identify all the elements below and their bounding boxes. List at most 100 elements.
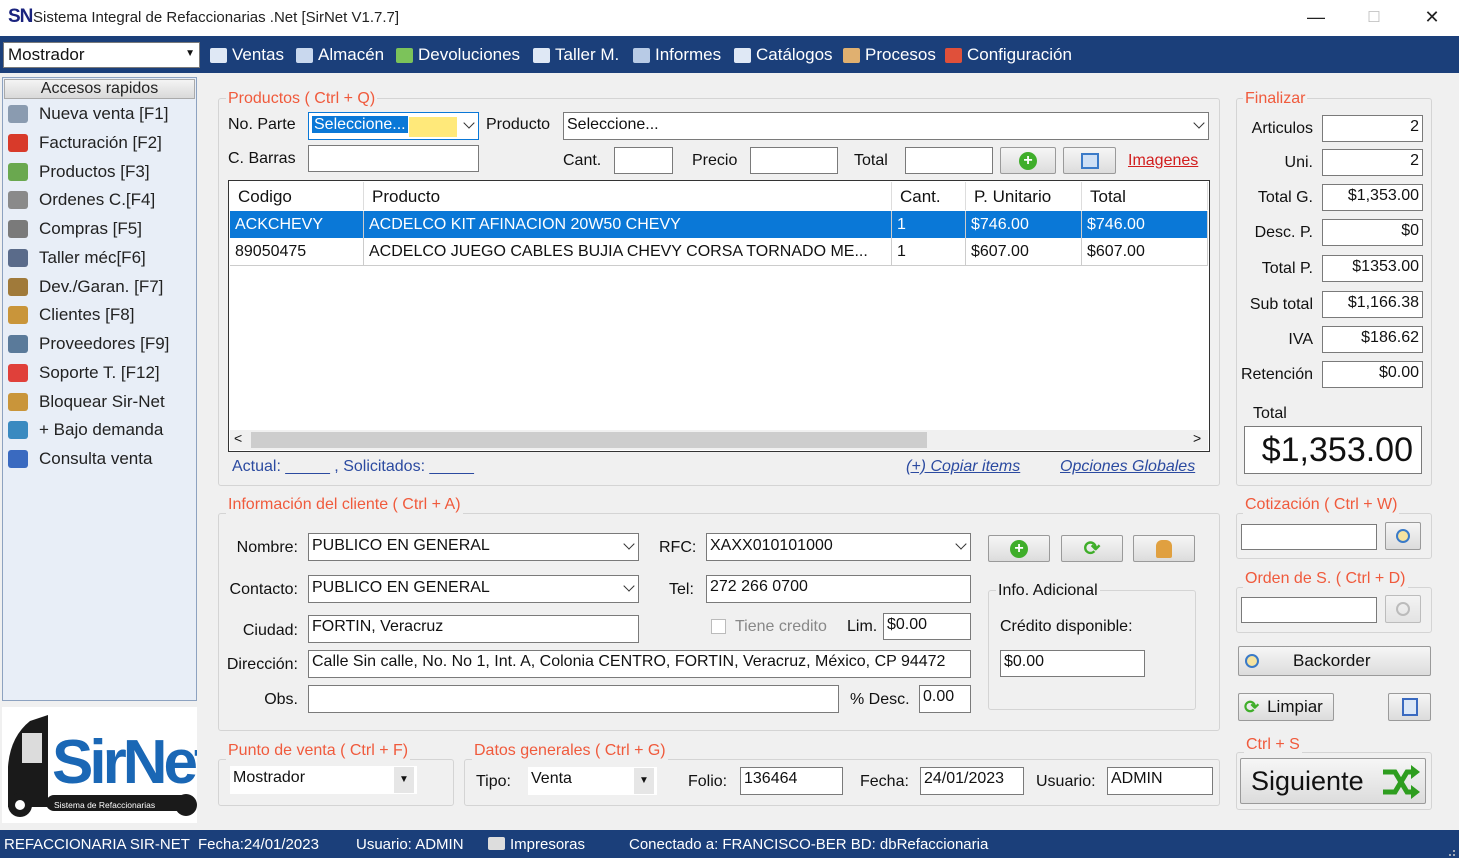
settings-icon [945, 47, 962, 63]
menu-configuracion[interactable]: Configuración [945, 44, 1072, 66]
productos-title: Productos ( Ctrl + Q) [226, 90, 378, 108]
menu-catalogos[interactable]: Catálogos [734, 44, 833, 66]
rfc-combo[interactable]: XAXX010101000 [706, 533, 971, 561]
add-product-button[interactable]: + [1000, 147, 1056, 174]
scrollbar-thumb[interactable] [251, 432, 927, 448]
menu-label: Ventas [232, 45, 284, 64]
refresh-client-button[interactable]: ⟳ [1061, 535, 1123, 562]
direccion-input[interactable]: Calle Sin calle, No. No 1, Int. A, Colon… [308, 650, 971, 678]
menu-label: Taller M. [555, 45, 620, 64]
fecha-input[interactable]: 24/01/2023 [920, 767, 1024, 795]
nombre-combo[interactable]: PUBLICO EN GENERAL [308, 533, 639, 561]
minimize-button[interactable]: — [1287, 0, 1345, 34]
status-conexion: Conectado a: FRANCISCO-BER BD: dbRefacci… [629, 836, 989, 853]
consulta-button[interactable] [1388, 693, 1431, 721]
finalizar-title: Finalizar [1243, 90, 1308, 108]
sidebar-item[interactable]: Productos [F3] [8, 160, 150, 184]
rfc-label: RFC: [659, 539, 697, 556]
menu-devoluciones[interactable]: Devoluciones [396, 44, 520, 66]
app-logo: SN [8, 6, 33, 27]
folio-input[interactable]: 136464 [740, 767, 843, 795]
limpiar-button[interactable]: ⟳ Limpiar [1238, 693, 1334, 721]
cotizacion-input[interactable] [1241, 524, 1377, 550]
credito-input[interactable]: $0.00 [1000, 650, 1145, 677]
orden-input[interactable] [1241, 597, 1377, 623]
cotizacion-search-button[interactable] [1385, 522, 1421, 550]
column-header-unitario[interactable]: P. Unitario [966, 182, 1082, 210]
table-row[interactable]: 89050475 ACDELCO JUEGO CABLES BUJIA CHEV… [230, 238, 1208, 266]
maximize-button[interactable]: ☐ [1345, 0, 1403, 34]
producto-combo[interactable]: Seleccione... [563, 112, 1209, 140]
precio-label: Precio [692, 152, 738, 169]
image-search-button[interactable] [1063, 147, 1116, 174]
scroll-right-icon[interactable]: > [1193, 430, 1201, 446]
menu-label: Almacén [318, 45, 385, 64]
tiene-credito-checkbox[interactable] [711, 619, 726, 634]
sidebar-item[interactable]: Ordenes C.[F4] [8, 188, 155, 212]
client-details-button[interactable] [1133, 535, 1195, 562]
sidebar-item-label: Productos [F3] [39, 162, 150, 181]
shortcut-icon [8, 134, 28, 152]
chevron-down-icon [1193, 117, 1205, 129]
menu-label: Informes [655, 45, 722, 64]
sidebar-item[interactable]: Bloquear Sir-Net [8, 390, 165, 414]
sidebar-item[interactable]: Facturación [F2] [8, 131, 162, 155]
sidebar-item[interactable]: Nueva venta [F1] [8, 102, 168, 126]
mode-select[interactable]: Mostrador ▼ [3, 42, 200, 68]
column-header-codigo[interactable]: Codigo [230, 182, 364, 210]
sidebar-item[interactable]: Soporte T. [F12] [8, 361, 160, 385]
sidebar-item[interactable]: Taller méc[F6] [8, 246, 146, 270]
sidebar-item[interactable]: + Bajo demanda [8, 418, 163, 442]
sidebar-item[interactable]: Clientes [F8] [8, 303, 134, 327]
ciudad-input[interactable]: FORTIN, Veracruz [308, 615, 639, 643]
menu-ventas[interactable]: Ventas [210, 44, 284, 66]
cbarras-input[interactable] [308, 145, 479, 172]
lim-label: Lim. [847, 618, 878, 635]
shortcut-icon [8, 163, 28, 181]
menu-procesos[interactable]: Procesos [843, 44, 936, 66]
menu-informes[interactable]: Informes [633, 44, 721, 66]
menu-almacen[interactable]: Almacén [296, 44, 384, 66]
sidebar-item-label: Dev./Garan. [F7] [39, 277, 164, 296]
close-button[interactable]: ✕ [1403, 0, 1459, 34]
orden-search-button[interactable] [1385, 595, 1421, 623]
column-header-cant[interactable]: Cant. [892, 182, 966, 210]
tel-input[interactable]: 272 266 0700 [706, 575, 971, 603]
lim-input[interactable]: $0.00 [883, 613, 971, 640]
cant-input[interactable] [614, 147, 673, 174]
no-parte-combo[interactable]: Seleccione... [308, 112, 479, 140]
menu-label: Catálogos [756, 45, 833, 64]
scroll-left-icon[interactable]: < [234, 430, 242, 446]
column-header-producto[interactable]: Producto [364, 182, 892, 210]
tipo-combo[interactable]: Venta ▼ [528, 767, 657, 795]
resize-grip-icon[interactable] [1446, 844, 1456, 856]
copiar-items-link[interactable]: (+) Copiar items [906, 458, 1020, 476]
contacto-combo[interactable]: PUBLICO EN GENERAL [308, 575, 639, 603]
impresoras-button[interactable]: Impresoras [488, 836, 585, 853]
obs-input[interactable] [308, 685, 839, 713]
column-header-total[interactable]: Total [1082, 182, 1208, 210]
siguiente-button[interactable]: Siguiente [1240, 758, 1426, 804]
cbarras-label: C. Barras [228, 150, 296, 167]
sidebar-item[interactable]: Consulta venta [8, 447, 152, 471]
shortcut-icon [8, 450, 28, 468]
refresh-icon: ⟳ [1244, 696, 1260, 717]
punto-venta-value: Mostrador [233, 769, 306, 786]
opciones-globales-link[interactable]: Opciones Globales [1060, 458, 1195, 476]
desc-input[interactable]: 0.00 [919, 685, 971, 713]
menu-taller[interactable]: Taller M. [533, 44, 619, 66]
precio-input[interactable] [750, 147, 838, 174]
usuario-input[interactable]: ADMIN [1107, 767, 1213, 795]
finalizar-label: Sub total [1249, 296, 1313, 313]
direccion-label: Dirección: [226, 656, 298, 673]
total-input[interactable] [905, 147, 993, 174]
imagenes-link[interactable]: Imagenes [1128, 152, 1198, 170]
backorder-button[interactable]: Backorder [1238, 646, 1431, 676]
sidebar-item[interactable]: Dev./Garan. [F7] [8, 275, 163, 299]
table-row[interactable]: ACKCHEVY ACDELCO KIT AFINACION 20W50 CHE… [230, 211, 1208, 238]
sidebar-item[interactable]: Proveedores [F9] [8, 332, 169, 356]
add-client-button[interactable]: + [988, 535, 1050, 562]
punto-venta-combo[interactable]: Mostrador ▼ [230, 766, 417, 794]
sidebar-item-label: Consulta venta [39, 449, 153, 468]
sidebar-item[interactable]: Compras [F5] [8, 217, 142, 241]
